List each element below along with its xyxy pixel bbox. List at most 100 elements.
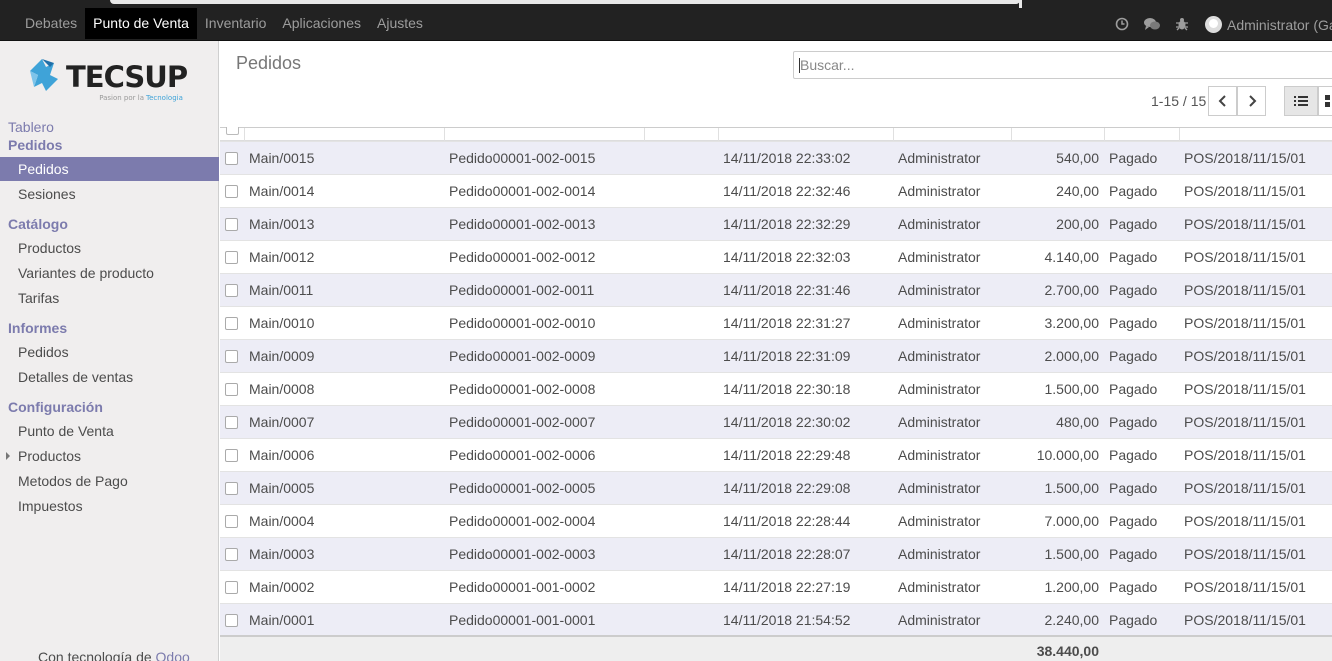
row-checkbox[interactable] (225, 218, 238, 231)
sidebar-item-pedidos[interactable]: Pedidos (0, 157, 219, 181)
sidebar-item-variantes[interactable]: Variantes de producto (0, 261, 219, 285)
page-title: Pedidos (236, 53, 302, 73)
menu-aplicaciones[interactable]: Aplicaciones (274, 8, 369, 39)
row-checkbox[interactable] (225, 383, 238, 396)
table-row[interactable]: Main/0002 Pedido00001-001-0002 14/11/2018 … (220, 570, 1332, 603)
cell-total: 2.700,00 (1044, 282, 1100, 298)
cell-salesperson: Administrator (898, 381, 981, 397)
row-checkbox[interactable] (225, 152, 238, 165)
sidebar-section-informes[interactable]: Informes (8, 320, 67, 336)
sidebar-section-configuracion[interactable]: Configuración (8, 399, 103, 415)
table-row[interactable]: Main/0013 Pedido00001-002-0013 14/11/2018 … (220, 207, 1332, 240)
table-row[interactable]: Main/0001 Pedido00001-001-0001 14/11/2018 … (220, 603, 1332, 636)
sidebar-item-sesiones[interactable]: Sesiones (0, 182, 219, 206)
cell-session: POS/2018/11/15/01 (1184, 348, 1306, 364)
kanban-view-button[interactable] (1318, 86, 1332, 116)
cell-total: 200,00 (1056, 216, 1099, 232)
list-view-button[interactable] (1284, 86, 1318, 116)
cell-state: Pagado (1109, 150, 1158, 166)
table-row[interactable]: Main/0014 Pedido00001-002-0014 14/11/2018 … (220, 174, 1332, 207)
cell-date: 14/11/2018 22:30:18 (723, 381, 851, 397)
cell-order-ref: Pedido00001-002-0003 (449, 546, 596, 562)
sidebar-section-pedidos[interactable]: Pedidos (8, 137, 62, 153)
cell-reference: Main/0003 (249, 546, 315, 562)
cell-salesperson: Administrator (898, 282, 981, 298)
table-row[interactable]: Main/0007 Pedido00001-002-0007 14/11/2018 … (220, 405, 1332, 438)
sidebar-item-productos[interactable]: Productos (0, 236, 219, 260)
sidebar-section-tablero[interactable]: Tablero (8, 119, 54, 135)
cell-total: 2.240,00 (1044, 612, 1100, 628)
row-checkbox[interactable] (225, 581, 238, 594)
table-row[interactable]: Main/0012 Pedido00001-002-0012 14/11/2018 … (220, 240, 1332, 273)
cell-reference: Main/0011 (249, 282, 314, 298)
pager-previous-button[interactable] (1208, 86, 1237, 116)
cell-order-ref: Pedido00001-002-0013 (449, 216, 596, 232)
table-row[interactable]: Main/0015 Pedido00001-002-0015 14/11/2018 … (220, 141, 1332, 174)
search-input[interactable] (794, 52, 1332, 78)
sidebar-item-informes-pedidos[interactable]: Pedidos (0, 340, 219, 364)
cell-reference: Main/0001 (249, 612, 315, 628)
row-checkbox[interactable] (225, 284, 238, 297)
sidebar-item-impuestos[interactable]: Impuestos (0, 494, 219, 518)
table-row[interactable]: Main/0005 Pedido00001-002-0005 14/11/2018 … (220, 471, 1332, 504)
table-row[interactable]: Main/0003 Pedido00001-002-0003 14/11/2018 … (220, 537, 1332, 570)
row-checkbox[interactable] (225, 482, 238, 495)
cell-state: Pagado (1109, 381, 1158, 397)
table-row[interactable]: Main/0008 Pedido00001-002-0008 14/11/2018 … (220, 372, 1332, 405)
sidebar-item-punto-de-venta[interactable]: Punto de Venta (0, 419, 219, 443)
cell-reference: Main/0002 (249, 579, 315, 595)
table-row[interactable]: Main/0006 Pedido00001-002-0006 14/11/2018 … (220, 438, 1332, 471)
sidebar-item-config-productos[interactable]: Productos (0, 444, 219, 468)
chat-icon[interactable] (1142, 14, 1162, 34)
table-row[interactable]: Main/0011 Pedido00001-002-0011 14/11/2018 … (220, 273, 1332, 306)
main-menu: Debates Punto de Venta Inventario Aplica… (17, 8, 431, 39)
cell-reference: Main/0008 (249, 381, 315, 397)
system-tray (1112, 14, 1202, 34)
menu-punto-de-venta[interactable]: Punto de Venta (85, 8, 197, 39)
cell-reference: Main/0012 (249, 249, 315, 265)
cell-total: 3.200,00 (1044, 315, 1100, 331)
cell-date: 14/11/2018 22:28:07 (723, 546, 851, 562)
table-row[interactable]: Main/0004 Pedido00001-002-0004 14/11/2018 … (220, 504, 1332, 537)
menu-ajustes[interactable]: Ajustes (369, 8, 431, 39)
cell-salesperson: Administrator (898, 216, 981, 232)
row-checkbox[interactable] (225, 515, 238, 528)
search-box (793, 51, 1332, 79)
row-checkbox[interactable] (225, 614, 238, 627)
pager-value[interactable]: 1-15 / 15 (1151, 93, 1206, 109)
row-checkbox[interactable] (225, 449, 238, 462)
cell-session: POS/2018/11/15/01 (1184, 612, 1306, 628)
sidebar-item-detalles-ventas[interactable]: Detalles de ventas (0, 365, 219, 389)
caret-right-icon (6, 452, 10, 460)
sidebar-item-metodos-pago[interactable]: Metodos de Pago (0, 469, 219, 493)
svg-text:TECSUP: TECSUP (66, 60, 188, 94)
clock-icon[interactable] (1112, 14, 1132, 34)
pager-next-button[interactable] (1237, 86, 1266, 116)
table-row[interactable]: Main/0010 Pedido00001-002-0010 14/11/2018 … (220, 306, 1332, 339)
cell-date: 14/11/2018 21:54:52 (723, 612, 851, 628)
odoo-link[interactable]: Odoo (156, 649, 190, 661)
cell-date: 14/11/2018 22:32:03 (723, 249, 851, 265)
menu-debates[interactable]: Debates (17, 8, 85, 39)
row-checkbox[interactable] (225, 317, 238, 330)
row-checkbox[interactable] (225, 251, 238, 264)
row-checkbox[interactable] (225, 416, 238, 429)
cell-salesperson: Administrator (898, 414, 981, 430)
sidebar-item-tarifas[interactable]: Tarifas (0, 286, 219, 310)
company-logo[interactable]: TECSUP Pasion por la Tecnologia (24, 55, 199, 105)
cell-total: 7.000,00 (1044, 513, 1100, 529)
user-menu[interactable]: Administrator (Gab (1205, 16, 1332, 33)
select-all-checkbox[interactable] (226, 127, 239, 135)
row-checkbox[interactable] (225, 350, 238, 363)
cell-total: 1.500,00 (1044, 381, 1100, 397)
sidebar-section-catalogo[interactable]: Catálogo (8, 216, 68, 232)
menu-inventario[interactable]: Inventario (197, 8, 274, 39)
row-checkbox[interactable] (225, 185, 238, 198)
bug-icon[interactable] (1172, 14, 1192, 34)
row-checkbox[interactable] (225, 548, 238, 561)
list-view-icon (1294, 96, 1308, 106)
table-row[interactable]: Main/0009 Pedido00001-002-0009 14/11/2018 … (220, 339, 1332, 372)
cell-date: 14/11/2018 22:29:08 (723, 480, 851, 496)
cell-session: POS/2018/11/15/01 (1184, 513, 1306, 529)
cell-state: Pagado (1109, 282, 1158, 298)
